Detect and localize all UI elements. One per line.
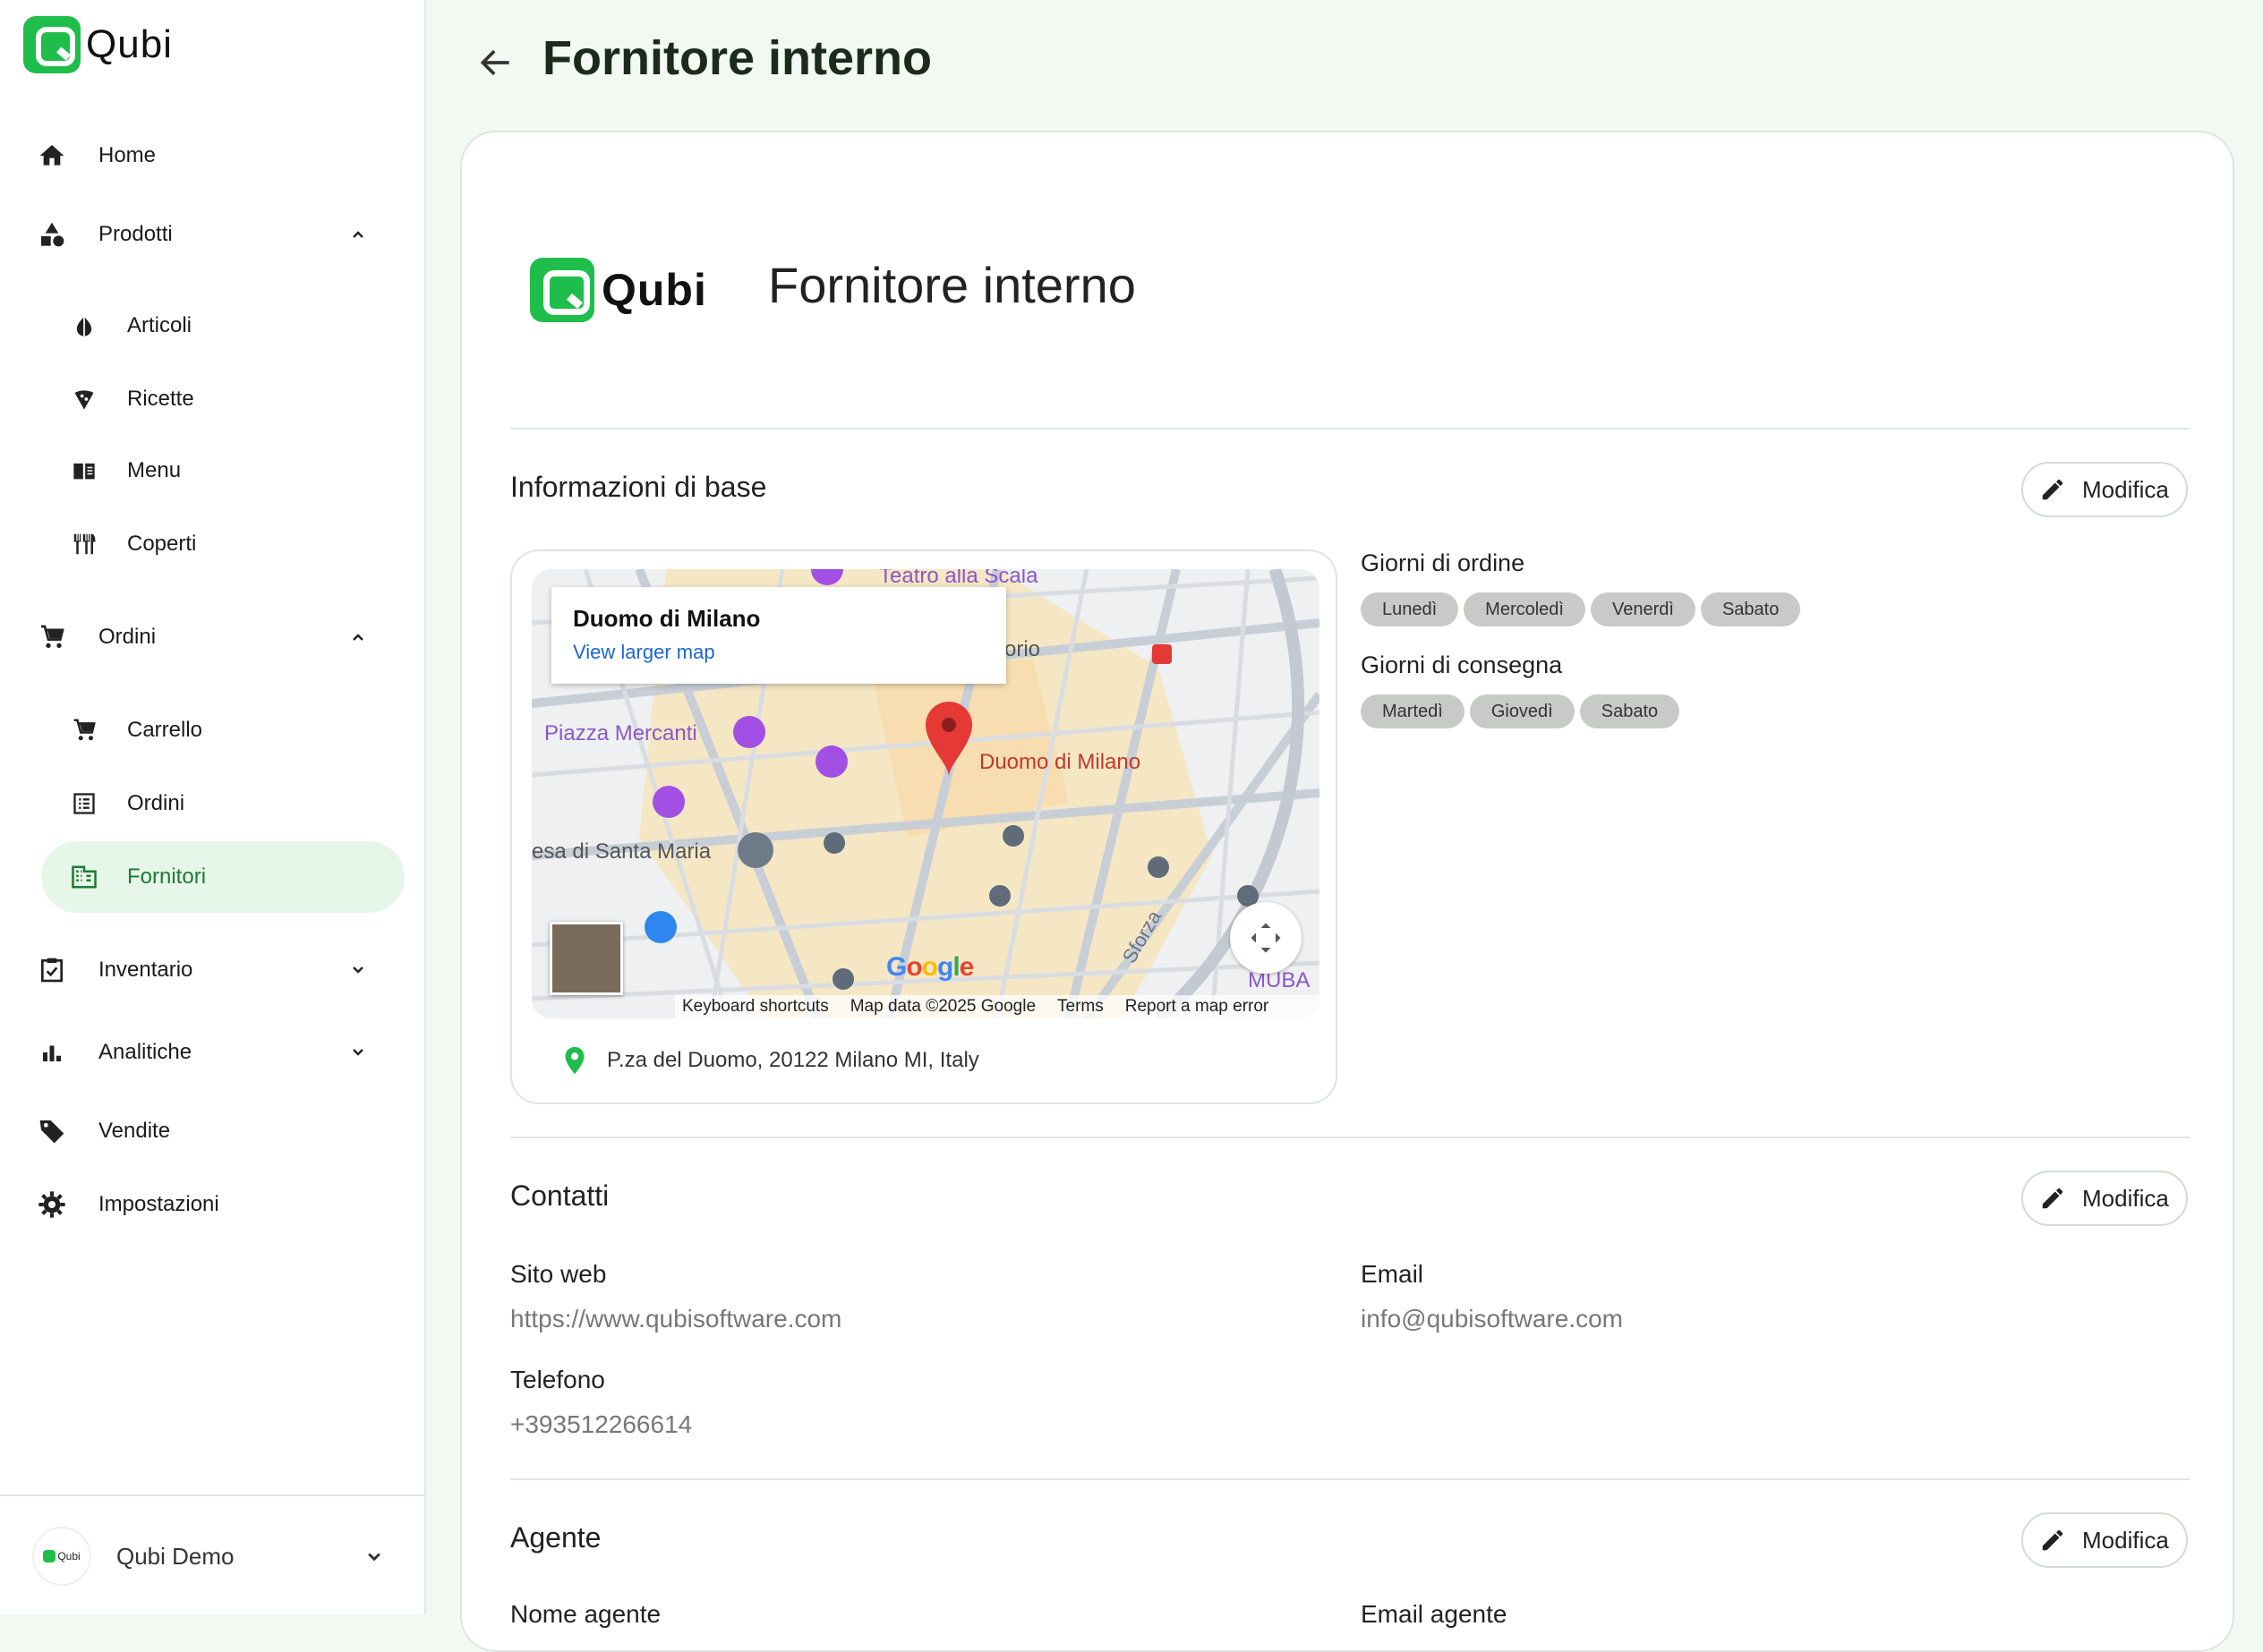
cart-icon [68,714,100,746]
sidebar-item-fornitori[interactable]: Fornitori [68,841,394,913]
gear-icon [36,1188,68,1221]
section-title-basic: Informazioni di base [510,471,767,503]
delivery-days-title: Giorni di consegna [1361,651,1563,678]
pencil-icon [2042,1529,2063,1551]
sidebar-item-prodotti[interactable]: Prodotti [36,199,394,270]
qubi-logo-icon [23,16,81,73]
day-chip: Sabato [1700,592,1801,626]
sidebar-item-ricette[interactable]: Ricette [68,363,394,435]
back-button[interactable] [476,43,516,82]
chevron-down-icon[interactable] [344,956,372,984]
cart-icon [36,621,68,653]
day-chip: Venerdì [1590,592,1695,626]
divider [510,428,2190,430]
sidebar-item-coperti[interactable]: Coperti [68,508,394,580]
keyboard-shortcuts-link[interactable]: Keyboard shortcuts [682,997,829,1017]
expand-icon [1251,923,1281,953]
supplier-name: Fornitore interno [768,257,1136,313]
edit-basic-button[interactable]: Modifica [2021,462,2188,517]
address: P.za del Duomo, 20122 Milano MI, Italy [562,1045,979,1076]
map-footer: Keyboard shortcuts Map data ©2025 Google… [675,995,1319,1018]
divider [510,1478,2190,1480]
account-section: Qubi Qubi Demo [0,1494,426,1614]
pencil-icon [2042,1188,2063,1209]
website-value[interactable]: https://www.qubisoftware.com [510,1305,841,1333]
email-label: Email [1361,1260,1424,1288]
app-brand: Qubi [86,22,173,66]
sidebar-item-menu[interactable]: Menu [68,435,394,507]
page-title: Fornitore interno [542,31,932,85]
location-pin-icon [565,1046,585,1075]
sidebar-item-vendite[interactable]: Vendite [36,1095,394,1167]
satellite-toggle[interactable] [550,922,623,995]
qubi-logo-icon [530,258,594,322]
book-icon [68,455,100,487]
day-chip: Lunedì [1361,592,1459,626]
qubi-logo-icon [43,1550,56,1563]
sidebar: Qubi Home Prodotti Articoli Ricette Menu… [0,0,426,1614]
account-name: Qubi Demo [116,1542,235,1570]
chevron-down-icon[interactable] [344,1038,372,1067]
order-days: Lunedì Mercoledì Venerdì Sabato [1361,592,1801,626]
edit-agent-button[interactable]: Modifica [2021,1512,2188,1568]
agent-email-label: Email agente [1361,1600,1507,1628]
report-map-error-link[interactable]: Report a map error [1125,997,1269,1017]
supplier-card: Qubi Fornitore interno Informazioni di b… [460,131,2234,1652]
email-value[interactable]: info@qubisoftware.com [1361,1305,1623,1333]
sidebar-item-analitiche[interactable]: Analitiche [36,1017,394,1088]
app-logo[interactable]: Qubi [23,16,173,73]
sidebar-item-articoli[interactable]: Articoli [68,290,394,362]
sidebar-item-ordini-list[interactable]: Ordini [68,768,394,839]
sidebar-item-carrello[interactable]: Carrello [68,694,394,766]
section-title-agent: Agente [510,1521,602,1554]
day-chip: Giovedì [1469,694,1575,728]
day-chip: Sabato [1579,694,1680,728]
sidebar-item-inventario[interactable]: Inventario [36,934,394,1006]
chevron-up-icon[interactable] [344,220,372,249]
building-icon [68,861,100,893]
website-label: Sito web [510,1260,607,1288]
chevron-up-icon[interactable] [344,623,372,651]
section-title-contacts: Contatti [510,1179,610,1212]
pencil-icon [2042,479,2063,500]
bar-chart-icon [36,1036,68,1069]
phone-value[interactable]: +393512266614 [510,1410,692,1439]
map-fullscreen-button[interactable] [1230,902,1302,974]
google-logo: Google [886,952,974,982]
sidebar-item-impostazioni[interactable]: Impostazioni [36,1169,394,1240]
day-chip: Mercoledì [1464,592,1585,626]
sidebar-item-ordini[interactable]: Ordini [36,601,394,673]
edit-contacts-button[interactable]: Modifica [2021,1171,2188,1226]
map-data-attribution: Map data ©2025 Google [850,997,1037,1016]
order-days-title: Giorni di ordine [1361,549,1525,576]
view-larger-map-link[interactable]: View larger map [573,641,715,664]
clipboard-check-icon [36,954,68,986]
map-info-window: Duomo di Milano View larger map [551,587,1006,684]
supplier-logo: Qubi [530,258,707,322]
embedded-map[interactable]: Teatro alla Scala Piazza Mercanti Duomo … [532,569,1319,1018]
chevron-down-icon[interactable] [362,1545,387,1574]
avatar: Qubi [32,1527,91,1586]
map-card: Teatro alla Scala Piazza Mercanti Duomo … [510,549,1337,1104]
terms-link[interactable]: Terms [1057,997,1104,1017]
pizza-icon [68,383,100,415]
list-icon [68,788,100,820]
shapes-icon [36,218,68,251]
home-icon [36,140,68,172]
agent-name-label: Nome agente [510,1600,662,1628]
arrow-left-icon [480,49,509,76]
account-switcher[interactable]: Qubi Qubi Demo [32,1527,235,1586]
delivery-days: Martedì Giovedì Sabato [1361,694,1680,728]
sidebar-item-home[interactable]: Home [36,120,394,192]
day-chip: Martedì [1361,694,1465,728]
drop-icon [68,310,100,342]
divider [510,1137,2190,1138]
tag-icon [36,1115,68,1147]
cutlery-icon [68,528,100,560]
phone-label: Telefono [510,1366,605,1393]
